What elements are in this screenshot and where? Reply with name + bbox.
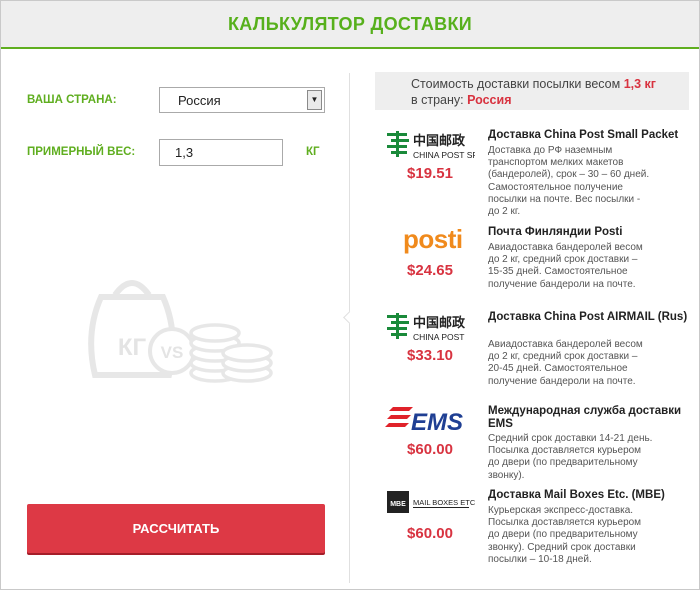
option-title: Почта Финляндии Posti [488,226,623,238]
china-post-logo: 中国邮政 CHINA POST SP [385,129,478,161]
vs-text: VS [161,343,184,362]
mbe-logo-text: MAIL BOXES ETC. [413,498,475,507]
china-post-cn: 中国邮政 [413,133,466,149]
calculate-button[interactable]: РАССЧИТАТЬ [27,504,325,553]
summary-prefix: Стоимость доставки посылки весом [411,77,621,91]
option-description: Средний срок доставки 14-21 день. Посылк… [488,433,653,481]
option-title: Доставка China Post AIRMAIL (Rus) [488,311,688,323]
china-post-en: CHINA POST [413,332,464,342]
option-description: Авиадоставка бандеролей весом до 2 кг, с… [488,339,643,387]
divider-notch [343,311,356,324]
summary-weight: 1,3 кг [623,77,657,91]
weight-label: ПРИМЕРНЫЙ ВЕС: [27,146,136,158]
country-label: ВАША СТРАНА: [27,94,117,106]
summary-country: Россия [467,93,512,107]
option-description: Авиадоставка бандеролей весом до 2 кг, с… [488,242,643,290]
option-title: Доставка Mail Boxes Etc. (MBE) [488,489,665,501]
ems-logo-text: EMS [411,409,463,436]
option-price: $24.65 [407,262,453,279]
summary-box: Стоимость доставки посылки весом 1,3 кг … [375,72,689,110]
chevron-down-icon[interactable]: ▼ [307,90,322,110]
weight-vs-coins-illustration: КГ VS [88,280,273,383]
option-description: Курьерская экспресс-доставка. Посылка до… [488,505,642,565]
posti-logo-text: posti [403,224,463,254]
weight-input[interactable] [159,139,283,166]
calculator-panel: КАЛЬКУЛЯТОР ДОСТАВКИ ВАША СТРАНА: Россия… [0,0,700,590]
option-price: $60.00 [407,441,453,458]
kg-text: КГ [118,334,147,361]
option-price: $33.10 [407,347,453,364]
header: КАЛЬКУЛЯТОР ДОСТАВКИ [1,1,699,49]
option-title: Международная служба доставки EMS [488,405,682,430]
option-price: $60.00 [407,525,453,542]
summary-country-prefix: в страну: [411,93,464,107]
option-price: $19.51 [407,165,453,182]
mbe-logo: MBE MAIL BOXES ETC. [385,489,477,521]
china-post-en: CHINA POST SP [413,150,475,160]
china-post-logo: 中国邮政 CHINA POST [385,311,475,343]
china-post-cn: 中国邮政 [413,315,466,331]
country-select[interactable]: Россия ▼ [159,87,325,113]
posti-logo: posti [403,224,493,256]
summary-line-weight: Стоимость доставки посылки весом 1,3 кг [411,77,656,91]
option-title: Доставка China Post Small Packet [488,129,679,141]
mbe-logo-mark: MBE [390,501,406,508]
ems-logo: EMS [385,405,475,437]
country-select-value: Россия [178,93,221,108]
option-description: Доставка до РФ наземным транспортом мелк… [488,145,650,218]
summary-line-country: в страну: Россия [411,93,512,107]
divider [349,73,350,583]
page-title: КАЛЬКУЛЯТОР ДОСТАВКИ [228,14,472,34]
weight-unit: КГ [306,146,320,158]
